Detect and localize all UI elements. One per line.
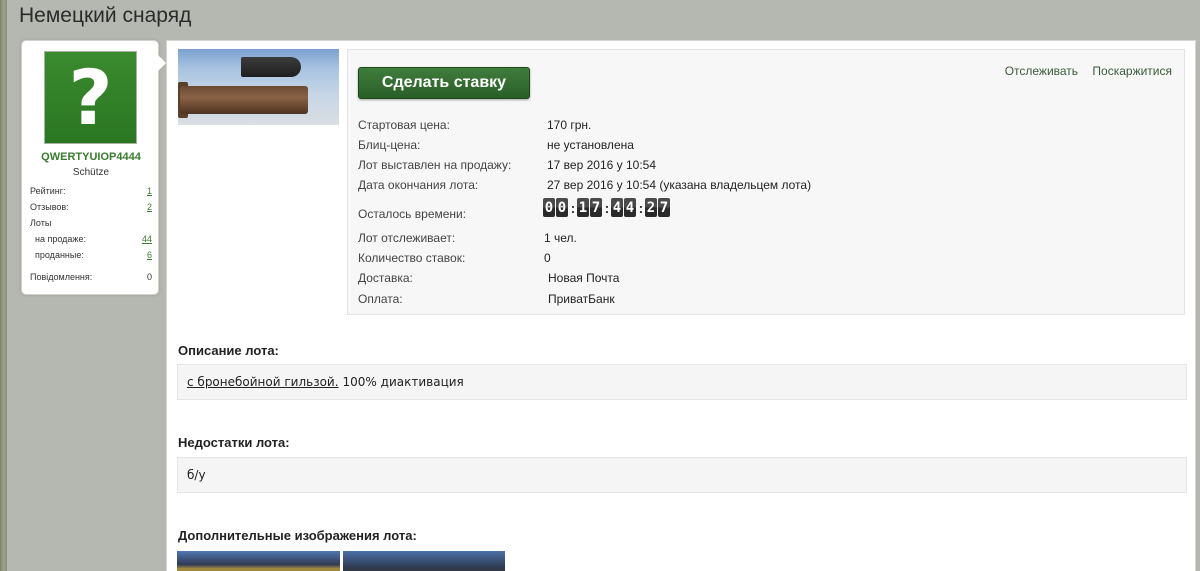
stat-label: Повідомлення: — [30, 272, 93, 282]
stat-label: Рейтинг: — [30, 186, 66, 196]
watchers-value: 1 чел. — [544, 231, 577, 245]
defects-title: Недостатки лота: — [178, 435, 290, 450]
timer-separator: : — [570, 199, 576, 216]
stat-reviews-link[interactable]: 2 — [147, 202, 152, 212]
more-images-title: Дополнительные изображения лота: — [178, 528, 417, 543]
timer-digit: 4 — [611, 198, 623, 217]
stat-reviews: Отзывов: 2 — [30, 202, 152, 212]
avatar[interactable]: ? — [44, 51, 137, 144]
lot-main-photo[interactable] — [178, 49, 339, 125]
delivery-label: Доставка: — [358, 271, 413, 285]
delivery-value: Новая Почта — [548, 271, 620, 285]
watchers-label: Лот отслеживает: — [358, 231, 456, 245]
listed-date-value: 17 вер 2016 у 10:54 — [547, 158, 656, 172]
question-mark-icon: ? — [68, 52, 113, 142]
stat-label: на продаже: — [35, 234, 86, 244]
left-edge-strip — [0, 0, 7, 571]
stat-label: Лоты — [30, 218, 52, 228]
timer-digit: 7 — [590, 198, 602, 217]
bids-count-label: Количество ставок: — [358, 251, 466, 265]
stat-sold-link[interactable]: 6 — [147, 250, 152, 260]
countdown-timer: 0 0 : 1 7 : 4 4 : 2 7 — [543, 198, 671, 217]
description-box: с бронебойной гильзой. 100% диактивация — [177, 364, 1187, 400]
place-bid-button[interactable]: Сделать ставку — [358, 67, 530, 99]
complain-link[interactable]: Поскаржитися — [1092, 64, 1172, 78]
description-link[interactable]: с бронебойной гильзой. — [187, 375, 339, 389]
user-card: ? QWERTYUIOP4444 Schütze Рейтинг: 1 Отзы… — [21, 40, 166, 295]
card-arrow — [158, 55, 166, 71]
description-text: 100% диактивация — [342, 375, 464, 389]
end-date-label: Дата окончания лота: — [358, 178, 479, 192]
stat-rating: Рейтинг: 1 — [30, 186, 152, 196]
defects-box: б/у — [177, 457, 1187, 493]
lot-info-box: Сделать ставку Отслеживать Поскаржитися … — [347, 49, 1185, 315]
timer-digit: 7 — [658, 198, 670, 217]
timer-digit: 1 — [577, 198, 589, 217]
end-date-value: 27 вер 2016 у 10:54 (указана владельцем … — [547, 178, 812, 192]
watch-link[interactable]: Отслеживать — [1005, 64, 1078, 78]
timer-digit: 4 — [624, 198, 636, 217]
stat-on-sale-link[interactable]: 44 — [142, 234, 152, 244]
timer-digit: 0 — [556, 198, 568, 217]
stat-label: Отзывов: — [30, 202, 69, 212]
extra-image-thumbnail[interactable] — [177, 551, 340, 571]
user-rank-title: Schütze — [72, 167, 110, 178]
blitz-price-value: не установлена — [547, 138, 634, 152]
start-price-value: 170 грн. — [547, 118, 592, 132]
stat-messages: Повідомлення: 0 — [30, 272, 152, 282]
blitz-price-label: Блиц-цена: — [358, 138, 421, 152]
bids-count-value: 0 — [544, 251, 551, 265]
extra-image-thumbnail[interactable] — [343, 551, 505, 571]
stat-sold: проданные: 6 — [30, 250, 152, 260]
time-left-label: Осталось времени: — [358, 207, 467, 221]
listed-date-label: Лот выставлен на продажу: — [358, 158, 512, 172]
description-title: Описание лота: — [178, 343, 279, 358]
timer-separator: : — [638, 199, 644, 216]
defects-text: б/у — [187, 468, 206, 482]
stat-lots-header: Лоты — [30, 218, 152, 228]
payment-value: ПриватБанк — [548, 292, 615, 306]
start-price-label: Стартовая цена: — [358, 118, 450, 132]
shell-casing-shape — [180, 86, 308, 114]
lot-actions: Отслеживать Поскаржитися — [994, 64, 1172, 78]
timer-digit: 0 — [543, 198, 555, 217]
timer-separator: : — [604, 199, 610, 216]
payment-label: Оплата: — [358, 292, 403, 306]
username-link[interactable]: QWERTYUIOP4444 — [22, 151, 160, 163]
stat-value: 0 — [146, 272, 152, 282]
stat-label: проданные: — [35, 250, 84, 260]
timer-digit: 2 — [645, 198, 657, 217]
stat-rating-link[interactable]: 1 — [147, 186, 152, 196]
shell-projectile-shape — [241, 57, 301, 77]
page-title: Немецкий снаряд — [19, 4, 192, 27]
lot-main-panel: Сделать ставку Отслеживать Поскаржитися … — [166, 40, 1196, 571]
stat-on-sale: на продаже: 44 — [30, 234, 152, 244]
